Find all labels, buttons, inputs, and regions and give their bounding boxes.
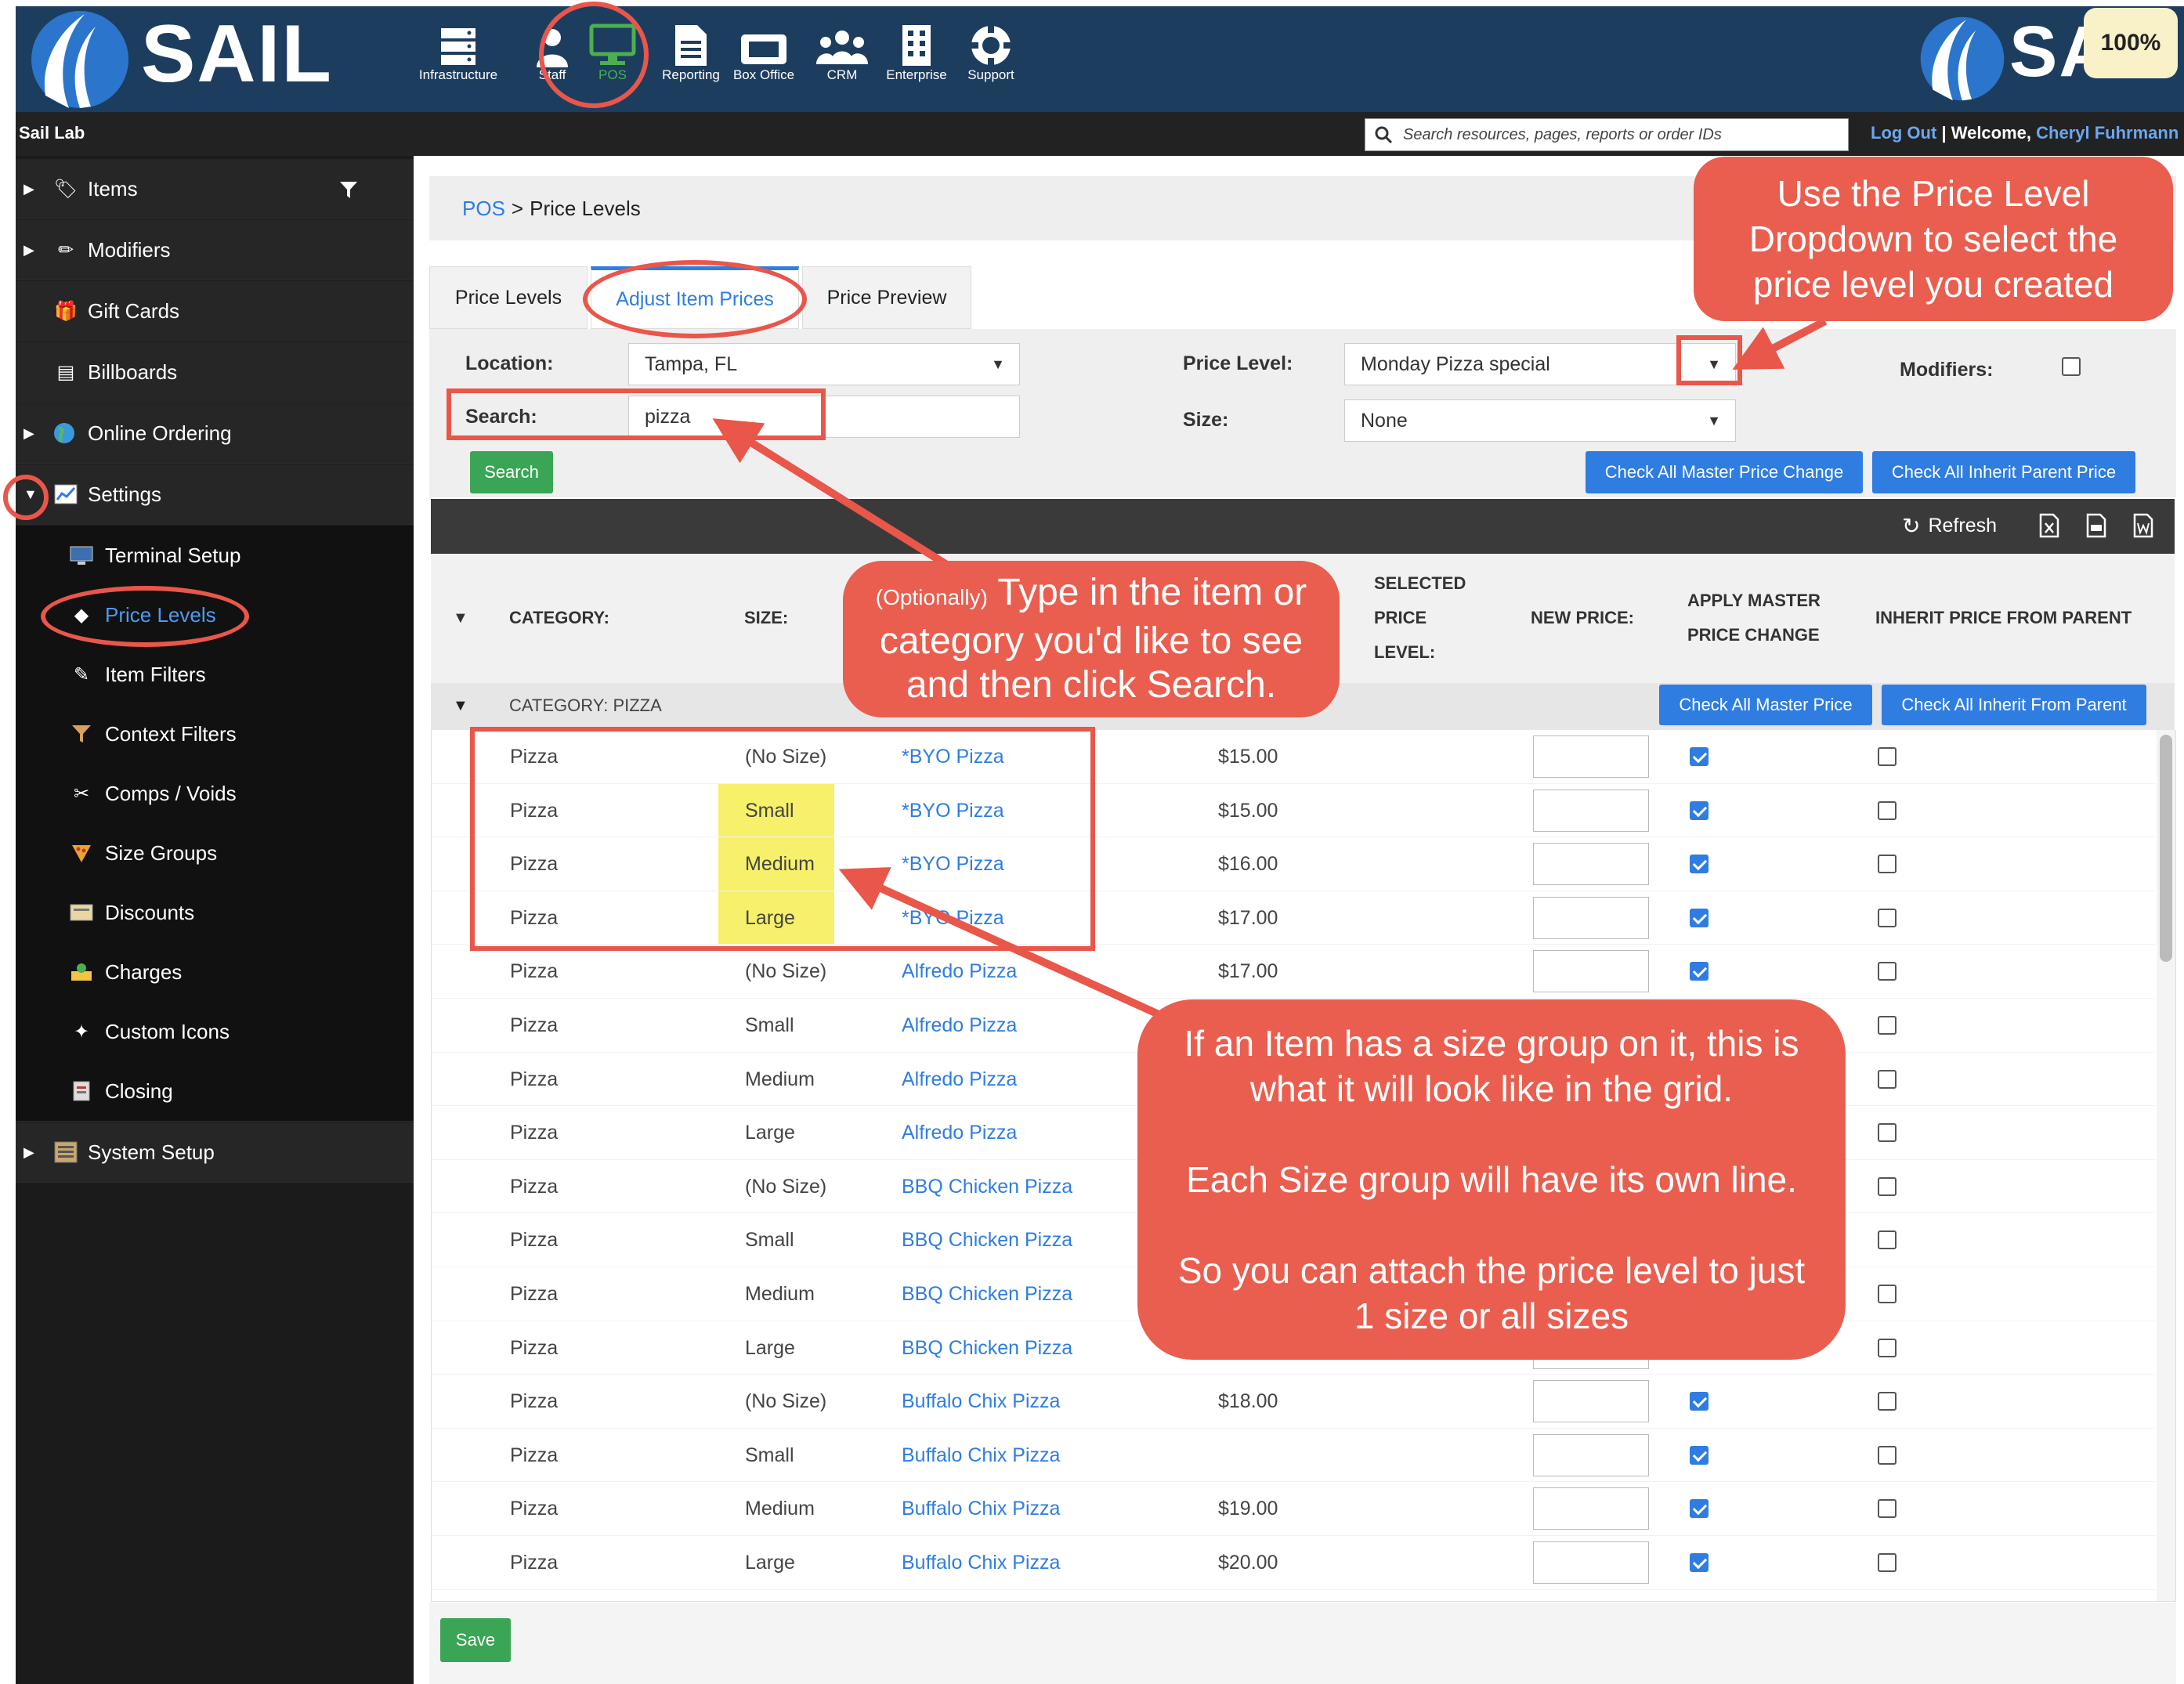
callout-size-group-line3: So you can attach the price level to jus… xyxy=(1177,1250,1806,1336)
callout-search-prefix: (Optionally) xyxy=(875,585,988,609)
callout-size-group-line2: Each Size group will have its own line. xyxy=(1186,1159,1797,1200)
callout-price-level: Use the Price Level Dropdown to select t… xyxy=(1694,157,2173,321)
callout-search: (Optionally) Type in the item or categor… xyxy=(843,561,1340,717)
callout-size-group-line1: If an Item has a size group on it, this … xyxy=(1184,1023,1799,1109)
callout-size-group: If an Item has a size group on it, this … xyxy=(1137,999,1846,1360)
